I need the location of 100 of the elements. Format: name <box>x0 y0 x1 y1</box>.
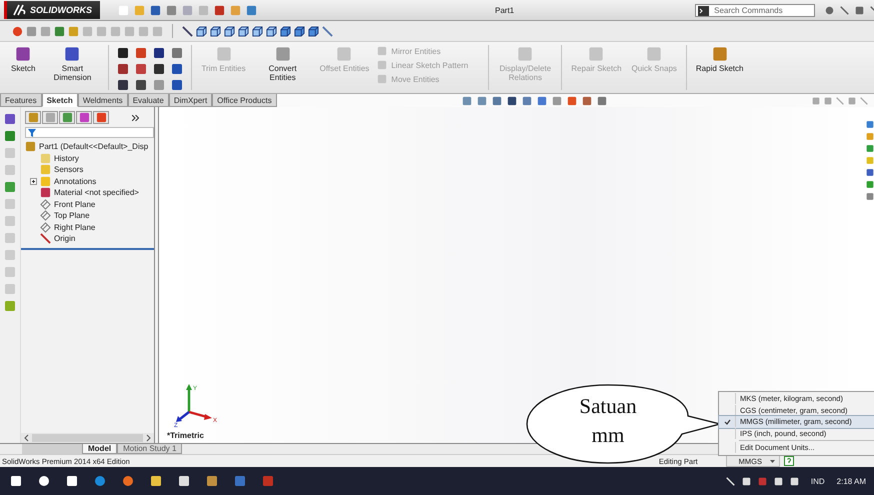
tool-icon <box>216 46 232 62</box>
panel-tab[interactable] <box>59 111 75 124</box>
tab-icon <box>28 112 38 123</box>
plane-icon <box>40 198 51 210</box>
brand-name: SOLIDWORKS <box>30 5 92 15</box>
terminal-icon <box>698 6 710 16</box>
sketch-tool-icon[interactable] <box>153 47 166 59</box>
callout-text: Satuan mm <box>578 393 638 449</box>
ribbon-button[interactable]: Rapid Sketch <box>690 42 748 93</box>
sketch-tool-icon[interactable] <box>153 63 166 75</box>
logo-icon <box>13 4 27 16</box>
view-orientation-label: *Trimetric <box>167 430 204 442</box>
tab-icon <box>78 112 90 123</box>
tool-icon <box>712 46 728 62</box>
expander-icon[interactable] <box>30 178 37 185</box>
tool-icon <box>336 46 352 62</box>
cube-icon[interactable] <box>252 26 263 36</box>
tree-item[interactable]: Origin <box>25 233 154 244</box>
task-pane-tab-icon[interactable] <box>866 119 874 130</box>
cube-icon[interactable] <box>210 26 221 36</box>
view-tool-icon[interactable] <box>536 96 547 106</box>
panel-tab[interactable] <box>42 111 58 124</box>
command-tab[interactable]: Features <box>0 94 42 107</box>
scroll-right-icon[interactable] <box>145 434 151 442</box>
view-tool-icon[interactable] <box>596 96 607 106</box>
task-pane-tab-icon[interactable] <box>866 143 874 154</box>
tree-item[interactable]: Annotations <box>25 176 154 187</box>
panel-tab[interactable] <box>25 111 41 124</box>
tool-icon[interactable] <box>4 300 16 312</box>
search-field[interactable]: Search Commands <box>695 4 816 16</box>
panel-tab[interactable] <box>93 111 109 124</box>
scroll-left-icon[interactable] <box>24 434 30 442</box>
tool-icon <box>377 60 388 70</box>
ribbon-button[interactable]: Sketch <box>6 42 40 93</box>
tool-icon[interactable] <box>4 181 16 193</box>
model-tab[interactable]: Model <box>82 444 118 454</box>
ribbon-button[interactable]: Convert Entities <box>250 42 315 93</box>
tree-item[interactable]: History <box>25 152 154 164</box>
sketch-tool-icon[interactable] <box>171 63 184 75</box>
tree-item[interactable]: Sensors <box>25 164 154 176</box>
view-tool-icon[interactable] <box>492 96 502 106</box>
model-tab[interactable]: Motion Study 1 <box>117 444 182 454</box>
cube-icon[interactable] <box>224 26 235 36</box>
tree-item[interactable]: Right Plane <box>25 222 154 233</box>
panel-tab[interactable] <box>76 111 92 124</box>
task-pane-tab-icon[interactable] <box>866 191 874 202</box>
tree-item[interactable]: Part1 (Default<<Default>_Disp <box>25 141 154 152</box>
document-title: Part1 <box>495 6 514 14</box>
cube-icon[interactable] <box>196 26 207 36</box>
axis-triad-drawing <box>176 384 212 422</box>
command-tab[interactable]: Evaluate <box>128 94 169 107</box>
tool-icon <box>274 46 291 62</box>
cube-icon[interactable] <box>308 26 319 36</box>
plane-icon <box>40 222 51 233</box>
tool-icon <box>15 46 32 62</box>
app-icon[interactable] <box>206 475 218 487</box>
task-pane-tab-icon[interactable] <box>866 167 874 178</box>
tree-item[interactable]: Top Plane <box>25 210 154 222</box>
command-tab[interactable]: Sketch <box>42 94 78 107</box>
tab-icon <box>62 112 72 123</box>
ribbon-button[interactable]: Smart Dimension <box>40 42 104 93</box>
horizontal-scrollbar[interactable] <box>21 433 154 443</box>
expand-arrows-icon[interactable] <box>132 114 139 120</box>
sketch-tool-icon[interactable] <box>171 79 184 91</box>
app-icon[interactable] <box>234 475 246 487</box>
sketch-tool-icon[interactable] <box>117 63 130 75</box>
view-tool-icon[interactable] <box>506 96 517 106</box>
tool-icon <box>377 46 388 56</box>
tree-item[interactable]: Material <not specified> <box>25 187 154 198</box>
task-pane-tab-icon[interactable] <box>866 179 874 190</box>
view-tool-icon[interactable] <box>582 96 592 106</box>
tab-icon <box>96 112 106 123</box>
command-tab[interactable]: Office Products <box>212 94 277 107</box>
language-indicator[interactable]: IND <box>810 476 825 486</box>
tool-icon <box>64 46 80 62</box>
tool-icon[interactable] <box>4 113 16 125</box>
cube-icon[interactable] <box>294 26 305 36</box>
sketch-tool-icon[interactable] <box>135 79 148 91</box>
caret-icon <box>770 460 775 462</box>
tree-item[interactable]: Front Plane <box>25 198 154 210</box>
tab-icon <box>44 112 56 123</box>
clock[interactable]: 2:18 AM <box>836 476 866 486</box>
sketch-tool-icon[interactable] <box>117 79 130 91</box>
tool-icon[interactable] <box>4 130 16 142</box>
tool-icon <box>588 46 604 62</box>
view-tool-icon[interactable] <box>12 26 23 36</box>
tool-icon <box>646 46 662 62</box>
command-tab[interactable]: Weldments <box>78 94 128 107</box>
view-tool-icon[interactable] <box>566 96 577 106</box>
tool-icon <box>377 74 388 84</box>
cube-icon[interactable] <box>280 26 291 36</box>
filter-icon <box>28 128 36 136</box>
cube-icon[interactable] <box>238 26 249 36</box>
cube-icon[interactable] <box>266 26 277 36</box>
splitter-handle[interactable] <box>155 107 159 443</box>
app-icon[interactable] <box>262 475 274 487</box>
plane-icon <box>40 210 51 222</box>
view-tool-icon[interactable] <box>522 96 532 106</box>
command-tab[interactable]: DimXpert <box>168 94 212 107</box>
sketch-tool-icon[interactable] <box>117 47 130 59</box>
